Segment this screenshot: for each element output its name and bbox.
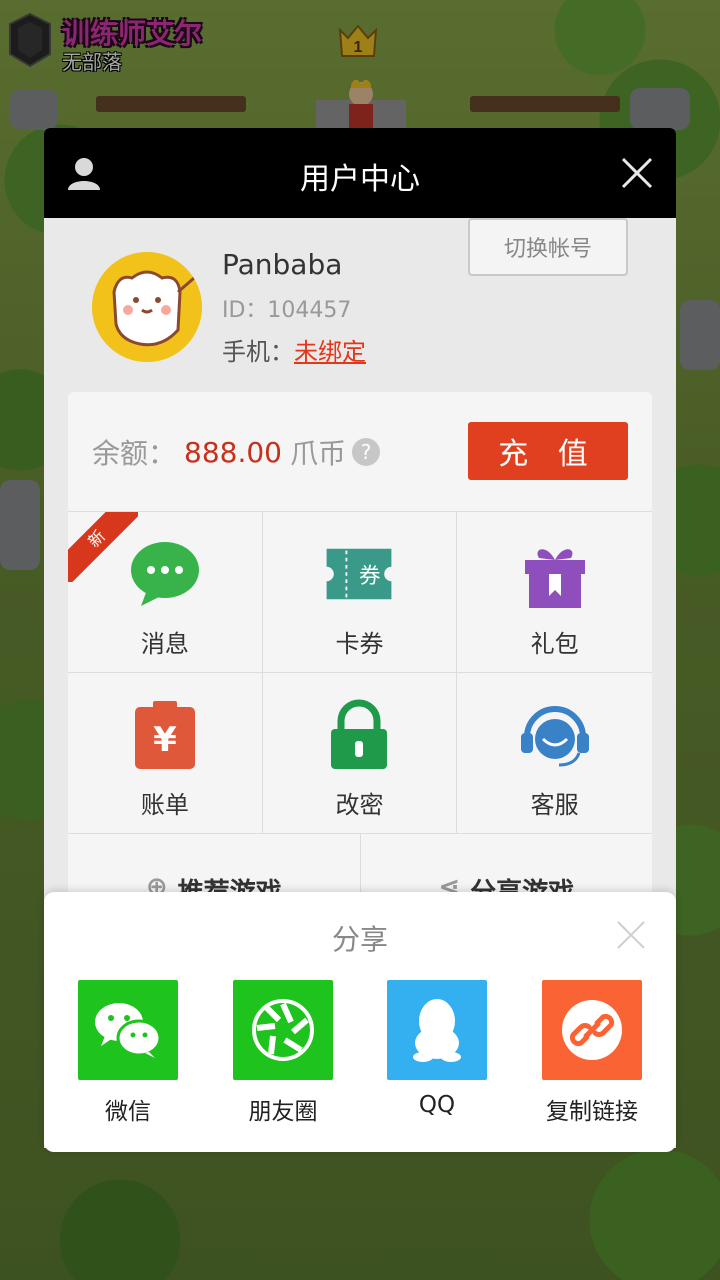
coupon-icon: 券 <box>327 548 392 600</box>
share-copy-link-button[interactable]: 复制链接 <box>542 980 642 1126</box>
balance-label: 余额： <box>92 437 177 470</box>
balance-row: 余额： 888.00 爪币 ? 充 值 <box>68 392 652 512</box>
share-wechat-button[interactable]: 微信 <box>78 980 178 1126</box>
share-moments-button[interactable]: 朋友圈 <box>233 980 333 1126</box>
balance-unit: 爪币 <box>290 437 347 470</box>
share-title: 分享 <box>331 923 388 956</box>
switch-account-button[interactable]: 切换帐号 <box>468 218 628 276</box>
share-label: 复制链接 <box>546 1099 638 1125</box>
share-label: 朋友圈 <box>248 1099 318 1125</box>
username: Panbaba <box>222 248 343 281</box>
close-icon[interactable] <box>620 156 654 190</box>
user-id: ID：104457 <box>222 298 352 323</box>
grid-label: 消息 <box>140 630 189 658</box>
grid-label: 礼包 <box>530 630 579 658</box>
grid-label: 客服 <box>530 791 579 819</box>
help-icon[interactable]: ? <box>352 438 381 466</box>
message-icon <box>130 542 199 606</box>
grid-item-bills[interactable]: ¥ 账单 <box>68 673 263 834</box>
new-badge-label: 新 <box>68 512 138 582</box>
panel-header: 用户中心 <box>44 128 676 218</box>
share-dialog: 分享 微信 朋友圈 QQ 复制链接 <box>44 892 676 1152</box>
grid-item-gifts[interactable]: 礼包 <box>457 512 652 673</box>
phone-label: 手机： <box>222 338 294 366</box>
moments-icon <box>252 999 314 1061</box>
qq-icon <box>413 999 461 1062</box>
grid-item-messages[interactable]: 新 消息 <box>68 512 263 673</box>
new-badge: 新 <box>68 512 138 582</box>
wallet-card: 余额： 888.00 爪币 ? 充 值 新 消息 券 卡券 礼包 ¥ 账单 改密… <box>68 392 652 934</box>
panel-title: 用户中心 <box>300 162 420 197</box>
avatar[interactable] <box>92 252 202 362</box>
grid-label: 账单 <box>140 791 189 819</box>
grid-item-customer-service[interactable]: 客服 <box>457 673 652 834</box>
share-label: QQ <box>418 1092 456 1118</box>
copy-link-icon <box>562 1000 622 1060</box>
bill-icon: ¥ <box>134 701 195 769</box>
share-qq-button[interactable]: QQ <box>387 980 487 1118</box>
grid-label: 卡券 <box>335 630 384 658</box>
lock-icon <box>331 699 388 769</box>
balance-amount: 888.00 <box>184 435 282 469</box>
svg-text:¥: ¥ <box>153 720 177 760</box>
profile-section: Panbaba ID：104457 手机：未绑定 切换帐号 <box>44 218 676 378</box>
share-label: 微信 <box>105 1099 151 1125</box>
grid-item-change-password[interactable]: 改密 <box>262 673 458 834</box>
svg-text:券: 券 <box>359 564 381 589</box>
grid-label: 改密 <box>335 791 384 819</box>
gift-icon <box>524 549 585 608</box>
phone-row: 手机：未绑定 <box>222 332 366 367</box>
phone-bind-link[interactable]: 未绑定 <box>294 338 366 366</box>
cat-avatar-icon <box>92 252 202 362</box>
wechat-icon <box>95 1003 162 1058</box>
grid-item-coupons[interactable]: 券 卡券 <box>262 512 458 673</box>
feature-grid: 新 消息 券 卡券 礼包 ¥ 账单 改密 客服 <box>68 512 652 834</box>
close-icon[interactable] <box>616 920 646 950</box>
recharge-button[interactable]: 充 值 <box>468 422 628 480</box>
balance: 余额： 888.00 爪币 ? <box>92 432 381 472</box>
customer-service-icon <box>520 706 589 767</box>
